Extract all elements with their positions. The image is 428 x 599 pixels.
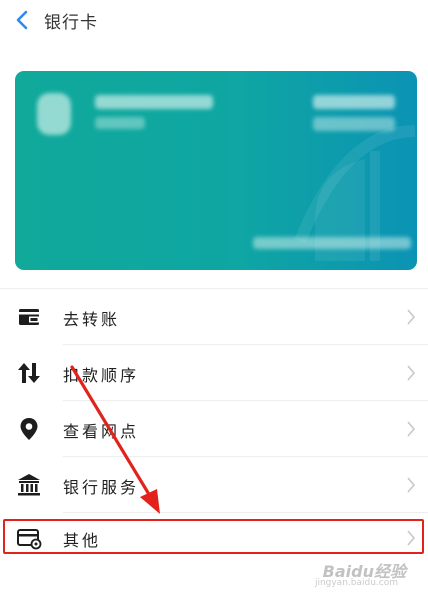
menu-item-debit-order[interactable]: 扣款顺序 xyxy=(0,345,428,401)
chevron-right-icon xyxy=(407,309,416,325)
top-bar: 银行卡 xyxy=(0,0,428,44)
card-tail-2 xyxy=(313,117,395,131)
location-pin-icon xyxy=(20,418,38,440)
watermark-url: jingyan.baidu.com xyxy=(314,578,398,588)
card-footer-text xyxy=(253,237,411,249)
highlight-box xyxy=(3,519,424,554)
menu-item-label: 去转账 xyxy=(63,310,121,329)
back-icon[interactable] xyxy=(10,6,36,34)
menu-item-bank-services[interactable]: 银行服务 xyxy=(0,457,428,513)
chevron-right-icon xyxy=(407,365,416,381)
card-bank-logo xyxy=(37,93,71,135)
bank-icon xyxy=(18,474,40,496)
card-type xyxy=(95,117,145,129)
menu-item-transfer[interactable]: 去转账 xyxy=(0,289,428,345)
bank-card[interactable] xyxy=(15,71,417,270)
menu-item-label: 查看网点 xyxy=(63,422,140,441)
chevron-right-icon xyxy=(407,477,416,493)
sort-arrows-icon xyxy=(18,363,40,383)
card-tail-1 xyxy=(313,95,395,109)
page-title: 银行卡 xyxy=(44,13,98,33)
chevron-right-icon xyxy=(407,421,416,437)
wallet-icon xyxy=(19,309,39,325)
menu-item-label: 扣款顺序 xyxy=(63,366,140,385)
card-bank-name xyxy=(95,95,213,109)
menu-item-label: 银行服务 xyxy=(63,478,140,497)
menu-item-branches[interactable]: 查看网点 xyxy=(0,401,428,457)
